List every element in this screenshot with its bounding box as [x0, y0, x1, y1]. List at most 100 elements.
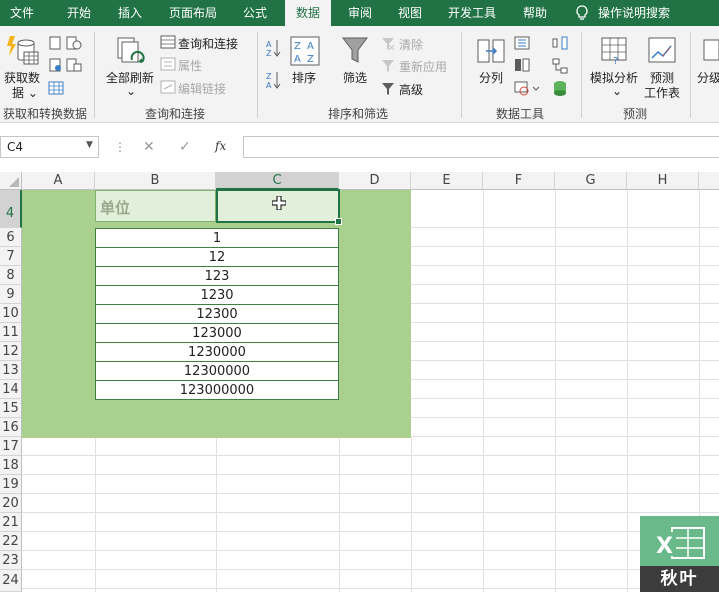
from-text-icon[interactable] — [48, 36, 62, 53]
column-header-i[interactable] — [699, 172, 719, 190]
tab-page-layout[interactable]: 页面布局 — [160, 0, 226, 26]
column-header-b[interactable]: B — [95, 172, 216, 190]
chevron-down-icon[interactable]: ⌄ — [612, 84, 622, 98]
tab-home[interactable]: 开始 — [56, 0, 102, 26]
tab-file[interactable]: 文件 — [0, 0, 44, 26]
tell-me-search[interactable]: 操作说明搜索 — [598, 0, 680, 26]
row-header-16[interactable]: 16 — [0, 418, 22, 437]
table-row[interactable]: 123000000 — [95, 381, 339, 400]
queries-connections-icon[interactable] — [160, 35, 176, 52]
table-row[interactable]: 12300000 — [95, 362, 339, 381]
text-to-columns-icon[interactable] — [476, 36, 506, 69]
forecast-sheet-icon[interactable] — [648, 36, 678, 69]
column-header-e[interactable]: E — [411, 172, 483, 190]
tab-developer[interactable]: 开发工具 — [440, 0, 504, 26]
sort-icon[interactable]: ZAAZ — [290, 36, 320, 69]
outline-button[interactable]: 分级 — [697, 69, 719, 86]
relationships-icon[interactable] — [552, 58, 568, 77]
cell-b4[interactable]: 单位 — [95, 190, 216, 222]
from-web-icon[interactable] — [66, 36, 82, 53]
table-row[interactable]: 1230 — [95, 286, 339, 305]
table-row[interactable]: 123000 — [95, 324, 339, 343]
row-header-24[interactable]: 24 — [0, 570, 22, 592]
tab-insert[interactable]: 插入 — [108, 0, 152, 26]
row-header-23[interactable]: 23 — [0, 551, 22, 570]
gridline — [22, 588, 719, 589]
tab-review[interactable]: 审阅 — [338, 0, 382, 26]
outline-icon[interactable] — [702, 36, 719, 69]
column-header-g[interactable]: G — [555, 172, 627, 190]
row-header-18[interactable]: 18 — [0, 456, 22, 475]
row-header-20[interactable]: 20 — [0, 494, 22, 513]
row-header-15[interactable]: 15 — [0, 399, 22, 418]
advanced-filter-button[interactable]: 高级 — [399, 81, 423, 98]
row-header-8[interactable]: 8 — [0, 266, 22, 285]
recent-sources-icon[interactable] — [66, 58, 82, 75]
tab-data[interactable]: 数据 — [285, 0, 331, 26]
table-row[interactable]: 123 — [95, 267, 339, 286]
refresh-all-icon[interactable] — [116, 36, 146, 71]
from-table-icon[interactable] — [48, 58, 62, 75]
row-header-11[interactable]: 11 — [0, 323, 22, 342]
flash-fill-icon[interactable] — [514, 36, 530, 53]
advanced-filter-icon[interactable] — [381, 82, 395, 99]
cancel-icon[interactable]: ✕ — [143, 139, 155, 155]
svg-text:A: A — [294, 54, 301, 65]
get-data-icon[interactable] — [6, 34, 40, 69]
sort-ascending-icon[interactable]: AZ — [265, 38, 281, 61]
filter-icon[interactable] — [341, 36, 369, 69]
row-header-10[interactable]: 10 — [0, 304, 22, 323]
filter-button[interactable]: 筛选 — [343, 69, 367, 86]
fill-handle[interactable] — [335, 218, 342, 225]
consolidate-icon[interactable] — [552, 36, 568, 53]
enter-icon[interactable]: ✓ — [179, 139, 191, 155]
cell-c4-selected[interactable] — [216, 189, 342, 225]
table-row[interactable]: 12 — [95, 248, 339, 267]
excel-logo-icon: X — [654, 527, 705, 559]
edit-links-icon — [160, 80, 176, 97]
row-header-7[interactable]: 7 — [0, 247, 22, 266]
sort-descending-icon[interactable]: ZA — [265, 70, 281, 93]
tab-view[interactable]: 视图 — [388, 0, 432, 26]
formula-input[interactable] — [243, 136, 719, 158]
forecast-sheet-button-2[interactable]: 工作表 — [644, 84, 680, 101]
row-header-12[interactable]: 12 — [0, 342, 22, 361]
row-header-17[interactable]: 17 — [0, 437, 22, 456]
what-if-analysis-icon[interactable]: ? — [600, 36, 628, 69]
tab-formulas[interactable]: 公式 — [232, 0, 278, 26]
sort-button[interactable]: 排序 — [292, 69, 316, 86]
name-box[interactable]: C4 ▼ — [0, 136, 99, 158]
brand-label: 秋叶 — [660, 569, 699, 589]
insert-function-icon[interactable]: fx — [215, 139, 226, 153]
column-header-c[interactable]: C — [216, 172, 339, 190]
data-validation-icon[interactable] — [514, 80, 540, 99]
row-header-6[interactable]: 6 — [0, 228, 22, 247]
row-header-22[interactable]: 22 — [0, 532, 22, 551]
existing-connections-icon[interactable] — [48, 80, 64, 99]
get-data-label-2[interactable]: 据 ⌄ — [12, 84, 38, 101]
row-header-9[interactable]: 9 — [0, 285, 22, 304]
chevron-down-icon[interactable]: ⌄ — [126, 84, 136, 98]
column-header-d[interactable]: D — [339, 172, 411, 190]
data-model-icon[interactable] — [552, 80, 568, 99]
clear-filter-button: 清除 — [399, 38, 424, 52]
chevron-down-icon[interactable]: ▼ — [86, 140, 93, 150]
row-header-13[interactable]: 13 — [0, 361, 22, 380]
svg-text:Z: Z — [307, 54, 314, 65]
column-header-f[interactable]: F — [483, 172, 555, 190]
row-header-4[interactable]: 4 — [0, 190, 22, 228]
row-header-14[interactable]: 14 — [0, 380, 22, 399]
row-header-21[interactable]: 21 — [0, 513, 22, 532]
column-header-h[interactable]: H — [627, 172, 699, 190]
select-all-corner[interactable] — [0, 172, 22, 190]
remove-duplicates-icon[interactable] — [514, 58, 530, 75]
table-row[interactable]: 12300 — [95, 305, 339, 324]
tab-help[interactable]: 帮助 — [512, 0, 558, 26]
column-header-a[interactable]: A — [22, 172, 95, 190]
row-header-19[interactable]: 19 — [0, 475, 22, 494]
table-row[interactable]: 1 — [95, 229, 339, 248]
queries-connections-button[interactable]: 查询和连接 — [178, 35, 238, 52]
more-options-icon[interactable]: ⋮ — [114, 140, 126, 154]
table-row[interactable]: 1230000 — [95, 343, 339, 362]
text-to-columns-button[interactable]: 分列 — [479, 69, 503, 86]
